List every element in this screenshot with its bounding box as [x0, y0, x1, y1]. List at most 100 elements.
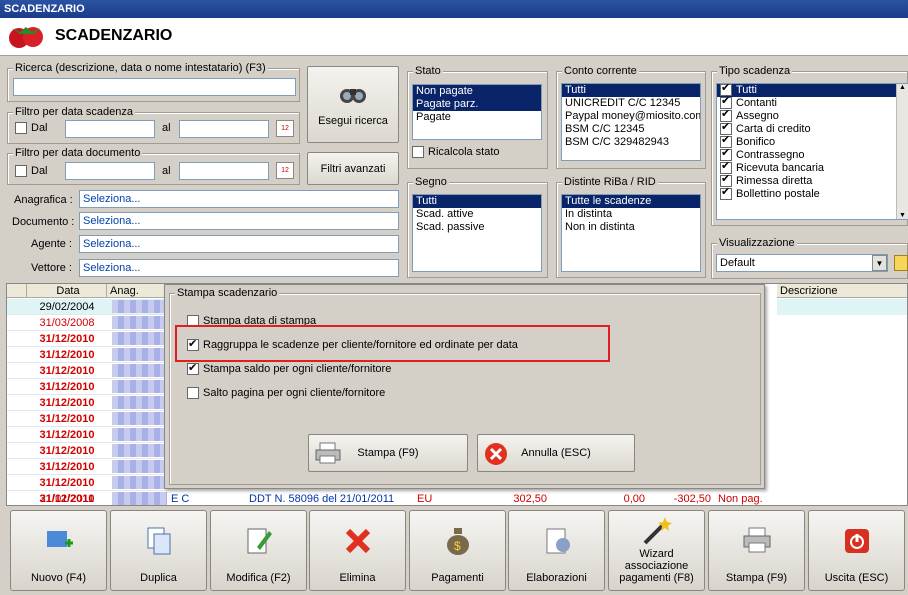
- duplicate-button[interactable]: Duplica: [110, 510, 207, 591]
- toolbar-button-label: Elimina: [339, 572, 376, 584]
- execute-search-label: Esegui ricerca: [318, 114, 388, 127]
- tipo-scrollbar[interactable]: ▲ ▼: [896, 84, 908, 219]
- table-row[interactable]: 31/03/2008: [7, 315, 167, 331]
- row-anag-blurred: [112, 460, 167, 473]
- table-row[interactable]: 31/12/2010: [7, 363, 167, 379]
- table-row[interactable]: 31/12/2010: [7, 331, 167, 347]
- list-item[interactable]: Non pagate: [413, 85, 541, 98]
- advanced-filters-button[interactable]: Filtri avanzati: [307, 152, 399, 185]
- grid-header-anag[interactable]: Anag.: [107, 284, 167, 298]
- list-item[interactable]: Tutti: [717, 84, 907, 97]
- wizard-button[interactable]: Wizard associazione pagamenti (F8): [608, 510, 705, 591]
- list-item[interactable]: Tutti: [413, 195, 541, 208]
- vettore-selector[interactable]: Seleziona...: [79, 259, 399, 277]
- visualizzazione-select[interactable]: Default: [716, 254, 888, 272]
- table-row[interactable]: 31/12/2010: [7, 379, 167, 395]
- toolbar-button-label: Duplica: [140, 572, 177, 584]
- list-item[interactable]: Paypal money@miosito.com: [562, 110, 700, 123]
- row-anag-blurred: [112, 316, 167, 329]
- stato-list[interactable]: Non pagate Pagate parz. Pagate: [412, 84, 542, 140]
- calendar-icon[interactable]: 12: [276, 120, 294, 137]
- due-date-from-check[interactable]: [15, 122, 27, 135]
- list-item-label: Tutte le scadenze: [565, 195, 652, 207]
- list-item[interactable]: BSM C/C 329482943: [562, 136, 700, 149]
- scroll-up-icon[interactable]: ▲: [897, 84, 908, 91]
- option-page-break-check[interactable]: [187, 387, 199, 400]
- printer-button[interactable]: Stampa (F9): [708, 510, 805, 591]
- option-print-balance-check[interactable]: [187, 361, 199, 376]
- recalculate-status-checkbox[interactable]: Ricalcola stato: [412, 146, 500, 159]
- recalculate-status-check[interactable]: [412, 146, 424, 159]
- list-item[interactable]: Scad. passive: [413, 221, 541, 234]
- option-print-balance[interactable]: Stampa saldo per ogni cliente/fornitore: [187, 361, 391, 376]
- doc-date-from-input[interactable]: [65, 162, 155, 180]
- list-item[interactable]: Contanti: [717, 95, 907, 110]
- due-date-from-checkbox[interactable]: Dal: [15, 122, 48, 135]
- tipo-list[interactable]: TuttiContantiAssegnoCarta di creditoBoni…: [716, 83, 908, 220]
- table-row[interactable]: 31/12/2010: [7, 443, 167, 459]
- list-item[interactable]: Bollettino postale: [717, 186, 907, 201]
- list-item-label: Tutti: [565, 84, 586, 96]
- process-button[interactable]: Elaborazioni: [508, 510, 605, 591]
- due-date-to-label: al: [162, 122, 171, 134]
- table-row[interactable]: 31/12/2010: [7, 427, 167, 443]
- new-button[interactable]: Nuovo (F4): [10, 510, 107, 591]
- list-item[interactable]: Contrassegno: [717, 147, 907, 162]
- folder-icon[interactable]: [894, 255, 908, 271]
- exit-button[interactable]: Uscita (ESC): [808, 510, 905, 591]
- documento-selector[interactable]: Seleziona...: [79, 212, 399, 230]
- doc-date-from-checkbox[interactable]: Dal: [15, 165, 48, 178]
- list-item[interactable]: UNICREDIT C/C 12345: [562, 97, 700, 110]
- table-row[interactable]: 31/12/2010: [7, 395, 167, 411]
- due-date-from-label: Dal: [31, 122, 48, 134]
- edit-button[interactable]: Modifica (F2): [210, 510, 307, 591]
- table-row[interactable]: 21/01/2011 E C DDT N. 58096 del 21/01/20…: [7, 491, 777, 505]
- segno-list[interactable]: Tutti Scad. attive Scad. passive: [412, 194, 542, 272]
- scroll-down-icon[interactable]: ▼: [897, 212, 908, 219]
- list-item[interactable]: Assegno: [717, 108, 907, 123]
- list-item[interactable]: In distinta: [562, 208, 700, 221]
- list-item[interactable]: Carta di credito: [717, 121, 907, 136]
- doc-date-from-label: Dal: [31, 165, 48, 177]
- conto-list[interactable]: Tutti UNICREDIT C/C 12345 Paypal money@mio…: [561, 83, 701, 161]
- agente-selector[interactable]: Seleziona...: [79, 235, 399, 253]
- doc-date-to-input[interactable]: [179, 162, 269, 180]
- distinte-list[interactable]: Tutte le scadenze In distinta Non in disti…: [561, 194, 701, 272]
- list-item[interactable]: Ricevuta bancaria: [717, 160, 907, 175]
- doc-date-to-label: al: [162, 165, 171, 177]
- calendar-icon[interactable]: 12: [276, 162, 294, 179]
- table-row[interactable]: 31/12/2010: [7, 347, 167, 363]
- search-input[interactable]: [13, 78, 296, 96]
- list-item[interactable]: Tutti: [562, 84, 700, 97]
- list-item-label: Non pagate: [416, 85, 473, 97]
- due-date-to-input[interactable]: [179, 120, 269, 138]
- table-row[interactable]: 31/12/2010: [7, 411, 167, 427]
- list-item[interactable]: Pagate parz.: [413, 98, 541, 111]
- grid-header-descrizione[interactable]: Descrizione: [777, 284, 907, 298]
- grid-header-data[interactable]: Data: [27, 284, 107, 298]
- option-page-break[interactable]: Salto pagina per ogni cliente/fornitore: [187, 387, 385, 400]
- list-item[interactable]: Bonifico: [717, 134, 907, 149]
- list-item[interactable]: Non in distinta: [562, 221, 700, 234]
- toolbar-button-label: Modifica (F2): [226, 572, 291, 584]
- row-date: 29/02/2004: [39, 301, 95, 313]
- table-row[interactable]: 31/12/2010: [7, 475, 167, 491]
- money-bag-button[interactable]: $ Pagamenti: [409, 510, 506, 591]
- anagrafica-selector[interactable]: Seleziona...: [79, 190, 399, 208]
- list-item-label: Tutti: [736, 84, 757, 96]
- due-date-from-input[interactable]: [65, 120, 155, 138]
- table-row[interactable]: 29/02/2004: [7, 299, 167, 315]
- doc-date-from-check[interactable]: [15, 165, 27, 178]
- list-item[interactable]: BSM C/C 12345: [562, 123, 700, 136]
- chevron-down-icon[interactable]: ▼: [872, 255, 887, 271]
- list-item[interactable]: Pagate: [413, 111, 541, 124]
- print-button[interactable]: Stampa (F9): [308, 434, 468, 472]
- cancel-button[interactable]: Annulla (ESC): [477, 434, 635, 472]
- delete-button[interactable]: Elimina: [309, 510, 406, 591]
- list-item[interactable]: Rimessa diretta: [717, 173, 907, 188]
- list-item-check[interactable]: [720, 186, 732, 201]
- table-row[interactable]: 31/12/2010: [7, 459, 167, 475]
- list-item[interactable]: Tutte le scadenze: [562, 195, 700, 208]
- execute-search-button[interactable]: Esegui ricerca: [307, 66, 399, 143]
- list-item[interactable]: Scad. attive: [413, 208, 541, 221]
